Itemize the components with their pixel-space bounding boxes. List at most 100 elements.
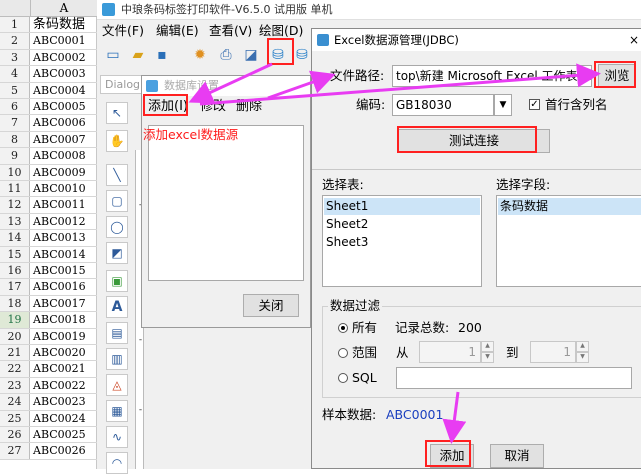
table-row[interactable]: 20 ABC0019 (0, 328, 97, 345)
cell-value[interactable]: ABC0002 (33, 50, 86, 66)
cell-value[interactable]: ABC0006 (33, 115, 86, 131)
row-number[interactable]: 8 (0, 131, 30, 148)
cell-value[interactable]: ABC0009 (33, 165, 86, 181)
row-number[interactable]: 18 (0, 295, 30, 312)
line-tool-icon[interactable]: ╲ (106, 164, 128, 186)
table-option-sheet2[interactable]: Sheet2 (324, 216, 480, 233)
row-number[interactable]: 14 (0, 230, 30, 246)
row-number[interactable]: 11 (0, 181, 30, 197)
cell-value[interactable]: ABC0025 (33, 427, 86, 443)
cell-value[interactable]: ABC0007 (33, 132, 86, 148)
cell-value[interactable]: ABC0016 (33, 279, 86, 295)
row-number[interactable]: 19 (0, 312, 30, 328)
table-row[interactable]: 5 ABC0004 (0, 82, 97, 99)
print-preview-icon[interactable]: ◪ (242, 46, 260, 64)
close-icon[interactable]: × (629, 29, 639, 51)
table-row[interactable]: 10 ABC0009 (0, 164, 97, 181)
table-row[interactable]: 4 ABC0003 (0, 66, 97, 83)
table-row[interactable]: 1 条码数据 (0, 17, 97, 34)
curve-tool-icon[interactable]: ∿ (106, 426, 128, 448)
table-row[interactable]: 18 ABC0017 (0, 295, 97, 313)
row-number[interactable]: 9 (0, 148, 30, 164)
range-from-input[interactable]: 1 (419, 341, 481, 363)
spin-up-icon[interactable]: ▲ (481, 341, 494, 352)
table-row[interactable]: 13 ABC0012 (0, 213, 97, 231)
row-number[interactable]: 10 (0, 164, 30, 180)
shape-tool-icon[interactable]: ◠ (106, 452, 128, 474)
row-number[interactable]: 15 (0, 246, 30, 262)
file-path-input[interactable]: top\新建 Microsoft Excel 工作表.xls (392, 65, 592, 87)
row-number[interactable]: 3 (0, 49, 30, 66)
table-row[interactable]: 23 ABC0022 (0, 377, 97, 395)
table-list[interactable]: Sheet1 Sheet2 Sheet3 (322, 195, 482, 287)
menu-view[interactable]: 查看(V) (209, 22, 252, 40)
cell-value[interactable]: ABC0001 (33, 33, 86, 49)
table-row[interactable]: 24 ABC0023 (0, 394, 97, 411)
rect-tool-icon[interactable]: ▢ (106, 190, 128, 212)
table-row[interactable]: 16 ABC0015 (0, 263, 97, 280)
datasource-list-item[interactable]: 添加excel数据源 (143, 126, 238, 144)
print-icon[interactable]: ⎙ (217, 46, 235, 64)
ellipse-tool-icon[interactable]: ◯ (106, 216, 128, 238)
table-row[interactable]: 12 ABC0011 (0, 197, 97, 214)
cell-value[interactable]: ABC0021 (33, 361, 86, 377)
table-row[interactable]: 8 ABC0007 (0, 131, 97, 149)
cell-value[interactable]: ABC0013 (33, 230, 86, 246)
table-row[interactable]: 19 ABC0018 (0, 312, 97, 329)
cell-value[interactable]: ABC0022 (33, 378, 86, 394)
cell-value[interactable]: ABC0019 (33, 329, 86, 345)
chevron-down-icon[interactable]: ▼ (494, 94, 512, 116)
filter-all-radio[interactable] (338, 323, 348, 333)
picture-tool-icon[interactable]: ▣ (106, 270, 128, 292)
table-option-sheet3[interactable]: Sheet3 (324, 234, 480, 251)
table-option-sheet1[interactable]: Sheet1 (324, 198, 480, 215)
cell-value[interactable]: ABC0005 (33, 99, 86, 115)
menu-edit[interactable]: 编辑(E) (156, 22, 199, 40)
spin-down-icon[interactable]: ▼ (481, 352, 494, 363)
database-alt-icon[interactable]: ⛁ (293, 46, 311, 64)
cancel-button[interactable]: 取消 (490, 444, 544, 468)
settings-icon[interactable]: ✹ (191, 46, 209, 64)
row-number[interactable]: 7 (0, 115, 30, 131)
row-number[interactable]: 6 (0, 99, 30, 115)
cell-value[interactable]: ABC0023 (33, 394, 86, 410)
first-row-header-checkbox[interactable]: ✓ (529, 99, 540, 110)
cell-value[interactable]: 条码数据 (33, 17, 85, 33)
edit-datasource-menu[interactable]: 修改 (200, 96, 226, 118)
qrcode-tool-icon[interactable]: ▦ (106, 400, 128, 422)
range-to-input[interactable]: 1 (530, 341, 576, 363)
row-number[interactable]: 2 (0, 33, 30, 49)
sql-input[interactable] (396, 367, 632, 389)
cell-value[interactable]: ABC0004 (33, 83, 86, 99)
row-number[interactable]: 27 (0, 443, 30, 459)
screen-tool-icon[interactable]: ▥ (106, 348, 128, 370)
row-number[interactable]: 5 (0, 82, 30, 98)
table-row[interactable]: 21 ABC0020 (0, 345, 97, 362)
new-file-icon[interactable]: ▭ (104, 46, 122, 64)
filter-range-radio[interactable] (338, 348, 348, 358)
table-row[interactable]: 26 ABC0025 (0, 427, 97, 444)
row-number[interactable]: 26 (0, 427, 30, 443)
datasource-list[interactable]: 添加excel数据源 (143, 125, 304, 281)
row-number[interactable]: 13 (0, 213, 30, 230)
row-number[interactable]: 1 (0, 17, 30, 33)
spin-up-icon[interactable]: ▲ (576, 341, 589, 352)
row-number[interactable]: 24 (0, 394, 30, 410)
image-tool-icon[interactable]: ◩ (106, 242, 128, 264)
column-header[interactable]: A (0, 0, 97, 17)
cell-value[interactable]: ABC0011 (33, 197, 86, 213)
tab-dialog[interactable]: Dialog (100, 75, 146, 94)
table-row[interactable]: 17 ABC0016 (0, 279, 97, 296)
filter-sql-radio[interactable] (338, 373, 348, 383)
row-number[interactable]: 25 (0, 410, 30, 426)
table-row[interactable]: 2 ABC0001 (0, 33, 97, 50)
field-list[interactable]: 条码数据 (496, 195, 641, 287)
cell-value[interactable]: ABC0026 (33, 443, 86, 459)
row-number[interactable]: 16 (0, 263, 30, 279)
field-option-barcode[interactable]: 条码数据 (498, 198, 641, 215)
pan-tool-icon[interactable]: ✋ (106, 130, 128, 152)
cell-value[interactable]: ABC0020 (33, 345, 86, 361)
table-row[interactable]: 11 ABC0010 (0, 181, 97, 198)
cell-value[interactable]: ABC0003 (33, 66, 86, 82)
table-row[interactable]: 3 ABC0002 (0, 49, 97, 67)
